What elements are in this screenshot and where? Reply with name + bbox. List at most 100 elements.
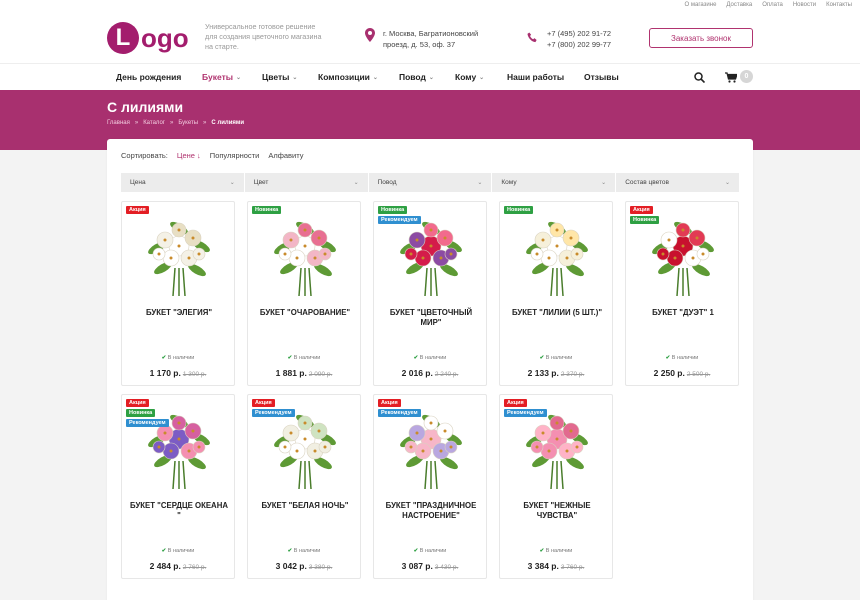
price-block: 3 087 р. 3 430 р. <box>374 561 486 571</box>
product-card[interactable]: Новинка Букет "Очарование" ✔ В наличии 1 88… <box>247 201 361 386</box>
product-image[interactable] <box>517 208 597 298</box>
product-name[interactable]: Букет "Лилии (5 шт.)" <box>508 308 606 318</box>
nav-item-occasion[interactable]: Повод ⌄ <box>399 72 434 82</box>
nav-item-bouquets[interactable]: Букеты ⌄ <box>202 72 241 82</box>
stock-label: В наличии <box>167 355 195 361</box>
price-current: 1 170 р. <box>149 368 181 378</box>
product-card[interactable]: Акция Рекомендуем Букет "Нежные чувства" ✔ … <box>499 394 613 579</box>
page-title: С лилиями <box>107 99 184 115</box>
top-link-news[interactable]: Новости <box>793 2 816 8</box>
address-block: г. Москва, Багратионовский проезд, д. 53… <box>365 28 493 50</box>
phone-2[interactable]: +7 (800) 202 99-77 <box>547 39 611 50</box>
price-old: 2 760 р. <box>182 564 207 571</box>
breadcrumb-bouquets[interactable]: Букеты <box>178 120 198 126</box>
sort-by-alphabet[interactable]: Алфавиту <box>268 151 303 160</box>
price-current: 2 250 р. <box>653 368 685 378</box>
product-card[interactable]: Акция Рекомендуем Букет "Белая ночь" ✔ В на… <box>247 394 361 579</box>
price-current: 2 016 р. <box>401 368 433 378</box>
badge-stack: Новинка <box>252 206 282 214</box>
nav-item-birthday[interactable]: День рождения <box>116 72 181 82</box>
phone-icon <box>527 32 537 43</box>
nav-item-recipient[interactable]: Кому ⌄ <box>455 72 484 82</box>
filter-price[interactable]: Цена ⌄ <box>121 173 244 192</box>
badge-stack: Акция Новинка <box>630 206 660 224</box>
sort-by-price[interactable]: Цене ↓ <box>177 151 201 160</box>
product-name[interactable]: Букет "Элегия" <box>130 308 228 318</box>
price-block: 3 384 р. 3 760 р. <box>500 561 612 571</box>
badge-stack: Акция <box>126 206 149 214</box>
chevron-down-icon: ⌄ <box>353 180 359 186</box>
badge-stack: Новинка <box>504 206 534 214</box>
price-old: 2 500 р. <box>686 371 711 378</box>
nav-item-reviews[interactable]: Отзывы <box>584 72 619 82</box>
cart-count-badge: 0 <box>740 70 753 83</box>
filter-occasion[interactable]: Повод ⌄ <box>368 173 492 192</box>
breadcrumb-catalog[interactable]: Каталог <box>143 120 165 126</box>
product-image[interactable] <box>265 208 345 298</box>
badge-rec: Рекомендуем <box>378 216 421 224</box>
product-card[interactable]: Акция Рекомендуем Букет "Праздничное настр… <box>373 394 487 579</box>
badge-stack: Акция Рекомендуем <box>504 399 547 417</box>
badge-stack: Акция Рекомендуем <box>378 399 421 417</box>
logo[interactable]: L ogo <box>107 22 189 54</box>
product-name[interactable]: Букет "Очарование" <box>256 308 354 318</box>
badge-rec: Рекомендуем <box>378 409 421 417</box>
main-nav: День рождения Букеты ⌄ Цветы ⌄ Композиции ⌄… <box>0 63 860 90</box>
top-link-payment[interactable]: Оплата <box>762 2 783 8</box>
price-old: 2 370 р. <box>560 371 585 378</box>
chevron-down-icon: ⌄ <box>292 74 298 81</box>
product-name[interactable]: Букет "Цветочный мир" <box>382 308 480 328</box>
top-link-contacts[interactable]: Контакты <box>826 2 852 8</box>
stock-label: В наличии <box>545 548 573 554</box>
badge-rec: Рекомендуем <box>252 409 295 417</box>
stock-label: В наличии <box>419 355 447 361</box>
product-name[interactable]: Букет "Сердце океана " <box>130 501 228 521</box>
phone-1[interactable]: +7 (495) 202 91-72 <box>547 28 611 39</box>
nav-item-works[interactable]: Наши работы <box>507 72 564 82</box>
product-name[interactable]: Букет "Нежные чувства" <box>508 501 606 521</box>
breadcrumb-current: С лилиями <box>211 120 245 126</box>
price-block: 2 133 р. 2 370 р. <box>500 368 612 378</box>
badge-sale: Акция <box>378 399 401 407</box>
stock-status: ✔ В наличии <box>500 355 612 361</box>
price-old: 2 240 р. <box>434 371 459 378</box>
price-old: 3 760 р. <box>560 564 585 571</box>
filter-color[interactable]: Цвет ⌄ <box>244 173 368 192</box>
search-icon[interactable] <box>694 72 705 83</box>
product-card[interactable]: Акция Новинка Букет "Дуэт" 1 ✔ В наличии 2 2… <box>625 201 739 386</box>
catalog-panel: Сортировать: Цене ↓ Популярности Алфавит… <box>107 139 753 600</box>
chevron-down-icon: ⌄ <box>236 74 242 81</box>
product-card[interactable]: Акция Букет "Элегия" ✔ В наличии 1 170 р. 1 … <box>121 201 235 386</box>
top-link-delivery[interactable]: Доставка <box>726 2 752 8</box>
chevron-down-icon: ⌄ <box>372 74 378 81</box>
callback-button[interactable]: Заказать звонок <box>649 28 753 48</box>
badge-stack: Акция Рекомендуем <box>252 399 295 417</box>
filter-composition[interactable]: Состав цветов ⌄ <box>616 173 739 192</box>
stock-label: В наличии <box>545 355 573 361</box>
badge-new: Новинка <box>252 206 282 214</box>
product-name[interactable]: Букет "Белая ночь" <box>256 501 354 511</box>
cart-icon[interactable] <box>725 72 737 83</box>
sort-by-popularity[interactable]: Популярности <box>210 151 260 160</box>
product-card[interactable]: Новинка Рекомендуем Букет "Цветочный мир" ✔… <box>373 201 487 386</box>
top-link-about[interactable]: О магазине <box>685 2 717 8</box>
stock-status: ✔ В наличии <box>248 548 360 554</box>
badge-rec: Рекомендуем <box>504 409 547 417</box>
nav-item-flowers[interactable]: Цветы ⌄ <box>262 72 297 82</box>
nav-item-compositions[interactable]: Композиции ⌄ <box>318 72 378 82</box>
chevron-down-icon: ⌄ <box>477 180 483 186</box>
product-name[interactable]: Букет "Праздничное настроение" <box>382 501 480 521</box>
tagline: Универсальное готовое решение для создан… <box>205 22 322 51</box>
filter-recipient[interactable]: Кому ⌄ <box>492 173 616 192</box>
price-current: 2 133 р. <box>527 368 559 378</box>
chevron-down-icon: ⌄ <box>428 74 434 81</box>
price-current: 3 087 р. <box>401 561 433 571</box>
product-card[interactable]: Акция Новинка Рекомендуем Букет "Сердце оке… <box>121 394 235 579</box>
product-image[interactable] <box>139 208 219 298</box>
product-name[interactable]: Букет "Дуэт" 1 <box>634 308 732 318</box>
badge-stack: Акция Новинка Рекомендуем <box>126 399 169 427</box>
product-card[interactable]: Новинка Букет "Лилии (5 шт.)" ✔ В наличии 2… <box>499 201 613 386</box>
badge-new: Новинка <box>630 216 660 224</box>
sort-arrow-icon: ↓ <box>197 151 201 160</box>
breadcrumb-home[interactable]: Главная <box>107 120 130 126</box>
